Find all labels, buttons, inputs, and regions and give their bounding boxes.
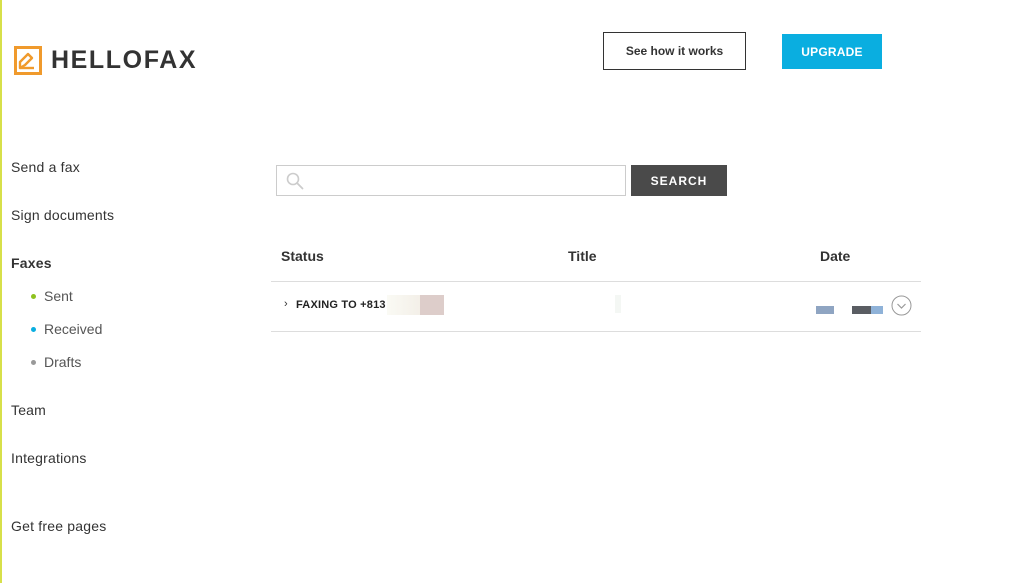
sidebar-item-sign-documents[interactable]: Sign documents xyxy=(11,207,114,223)
sidebar-subitem-label: Drafts xyxy=(44,354,82,370)
upgrade-button[interactable]: UPGRADE xyxy=(782,34,882,69)
sidebar-subitem-drafts[interactable]: Drafts xyxy=(31,354,81,370)
sidebar-subitem-received[interactable]: Received xyxy=(31,321,102,337)
sidebar-item-get-free-pages[interactable]: Get free pages xyxy=(11,518,106,534)
search-box xyxy=(276,165,626,196)
drafts-dot-icon xyxy=(31,359,36,365)
page-left-border xyxy=(0,0,2,583)
redacted-number-pixels xyxy=(387,295,421,315)
sidebar-subitem-label: Received xyxy=(44,321,103,337)
redacted-date-pixels xyxy=(871,306,883,314)
table-row[interactable]: › FAXING TO +813 xyxy=(271,282,921,332)
chevron-down-circle-icon[interactable] xyxy=(891,295,912,316)
received-dot-icon xyxy=(31,326,36,332)
sent-dot-icon xyxy=(31,293,36,299)
redacted-number-pixels xyxy=(420,295,444,315)
sidebar-subitem-sent[interactable]: Sent xyxy=(31,288,73,304)
see-how-it-works-button[interactable]: See how it works xyxy=(603,32,746,70)
row-status: FAXING TO +813 xyxy=(296,299,386,311)
sidebar-subitem-label: Sent xyxy=(44,288,73,304)
hellofax-logo[interactable]: HELLOFAX xyxy=(14,46,197,75)
chevron-right-icon[interactable]: › xyxy=(284,298,288,310)
sidebar-item-integrations[interactable]: Integrations xyxy=(11,450,87,466)
column-header-title[interactable]: Title xyxy=(568,248,597,264)
search-button[interactable]: SEARCH xyxy=(631,165,727,196)
redacted-date-pixels xyxy=(852,306,871,314)
search-icon xyxy=(286,172,304,190)
hellofax-logo-icon xyxy=(14,46,42,75)
search-input[interactable] xyxy=(311,166,621,195)
sidebar-item-faxes[interactable]: Faxes xyxy=(11,255,52,271)
sidebar-item-team[interactable]: Team xyxy=(11,402,46,418)
column-header-status[interactable]: Status xyxy=(281,248,324,264)
column-header-date[interactable]: Date xyxy=(820,248,850,264)
brand-name: HELLOFAX xyxy=(51,46,198,74)
sidebar-item-send-a-fax[interactable]: Send a fax xyxy=(11,159,80,175)
redacted-date-pixels xyxy=(816,306,834,314)
redacted-title-pixels xyxy=(615,295,621,313)
